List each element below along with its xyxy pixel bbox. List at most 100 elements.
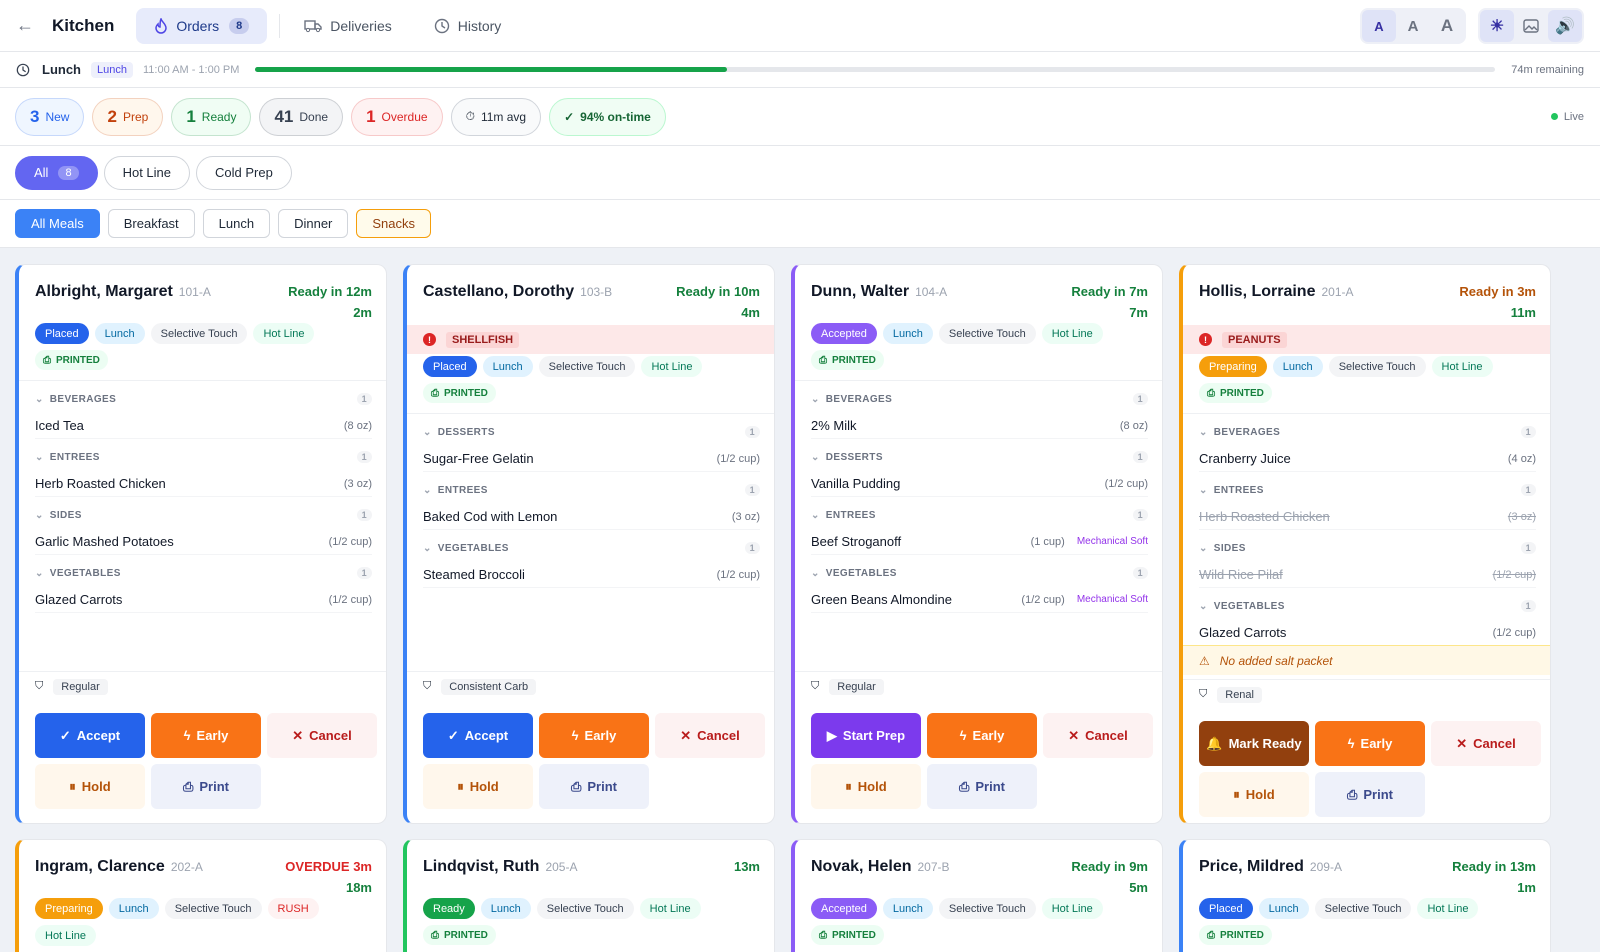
early-label: Early bbox=[584, 728, 617, 743]
order-card[interactable]: Hollis, Lorraine 201-A Ready in 3m 11m! PEA… bbox=[1179, 264, 1551, 824]
item-section-header[interactable]: ⌄ DESSERTS 1 bbox=[811, 443, 1148, 471]
stat-count: 1 bbox=[366, 106, 376, 126]
early-button[interactable]: ϟ Early bbox=[927, 713, 1037, 758]
order-tags: Ready Lunch Selective Touch Hot Line bbox=[407, 898, 774, 919]
menu-item[interactable]: Green Beans Almondine (1/2 cup) Mechanical… bbox=[811, 587, 1148, 613]
early-button[interactable]: ϟ Early bbox=[539, 713, 649, 758]
meal-all[interactable]: All Meals bbox=[15, 209, 100, 238]
stat-ready[interactable]: 1 Ready bbox=[171, 97, 252, 136]
early-button[interactable]: ϟ Early bbox=[151, 713, 261, 758]
order-tags: Accepted Lunch Selective Touch Hot Line bbox=[795, 323, 1162, 344]
primary-action-button[interactable]: 🔔 Mark Ready bbox=[1199, 721, 1309, 766]
item-section-header[interactable]: ⌄ ENTREES 1 bbox=[811, 501, 1148, 529]
app-title: Kitchen bbox=[52, 15, 115, 35]
order-card[interactable]: Lindqvist, Ruth 205-A 13m Ready Lunch Select… bbox=[403, 839, 775, 952]
menu-item[interactable]: Sugar-Free Gelatin (1/2 cup) bbox=[423, 446, 760, 472]
tab-deliveries[interactable]: Deliveries bbox=[286, 8, 409, 44]
status-badge: Ready bbox=[423, 898, 475, 919]
stat-done[interactable]: 41 Done bbox=[259, 97, 344, 136]
font-size-medium[interactable]: A bbox=[1396, 10, 1430, 42]
back-arrow-icon[interactable]: ← bbox=[16, 15, 52, 36]
station-all[interactable]: All 8 bbox=[15, 155, 98, 190]
menu-item[interactable]: Steamed Broccoli (1/2 cup) bbox=[423, 562, 760, 588]
item-section-header[interactable]: ⌄ SIDES 1 bbox=[1199, 534, 1536, 562]
hold-button[interactable]: ⏸ Hold bbox=[35, 764, 145, 809]
station-hot-line[interactable]: Hot Line bbox=[103, 155, 190, 190]
menu-item[interactable]: Glazed Carrots (1/2 cup) bbox=[35, 587, 372, 613]
meal-snacks[interactable]: Snacks bbox=[356, 209, 432, 238]
item-section-header[interactable]: ⌄ VEGETABLES 1 bbox=[423, 534, 760, 562]
on-time-rate: 94% on-time bbox=[580, 109, 651, 124]
on-time-chip: ✓ 94% on-time bbox=[549, 97, 666, 136]
font-size-small[interactable]: A bbox=[1362, 10, 1396, 42]
menu-item[interactable]: Beef Stroganoff (1 cup) Mechanical Soft bbox=[811, 529, 1148, 555]
order-card[interactable]: Novak, Helen 207-B Ready in 9m 5m Accepted L… bbox=[791, 839, 1163, 952]
chevron-down-icon: ⌄ bbox=[423, 484, 432, 496]
order-tags: Preparing Lunch Selective Touch RUSH Hot Lin… bbox=[19, 898, 386, 946]
item-section-header[interactable]: ⌄ VEGETABLES 1 bbox=[811, 559, 1148, 587]
item-section-header[interactable]: ⌄ SIDES 1 bbox=[35, 501, 372, 529]
tab-history[interactable]: History bbox=[416, 8, 520, 44]
chevron-down-icon: ⌄ bbox=[35, 451, 44, 463]
menu-item[interactable]: 2% Milk (8 oz) bbox=[811, 413, 1148, 439]
item-section-header[interactable]: ⌄ VEGETABLES 1 bbox=[35, 559, 372, 587]
menu-item[interactable]: Vanilla Pudding (1/2 cup) bbox=[811, 471, 1148, 497]
room-number: 209-A bbox=[1309, 860, 1342, 874]
cancel-button[interactable]: ✕ Cancel bbox=[1043, 713, 1153, 758]
stat-prep[interactable]: 2 Prep bbox=[92, 97, 164, 136]
order-card[interactable]: Ingram, Clarence 202-A OVERDUE 3m 18m Prepa… bbox=[15, 839, 387, 952]
cancel-button[interactable]: ✕ Cancel bbox=[1431, 721, 1541, 766]
menu-item[interactable]: Cranberry Juice (4 oz) bbox=[1199, 446, 1536, 472]
stat-new[interactable]: 3 New bbox=[15, 97, 85, 136]
cancel-button[interactable]: ✕ Cancel bbox=[655, 713, 765, 758]
print-button[interactable]: ⎙ Print bbox=[927, 764, 1037, 809]
primary-action-button[interactable]: ▶ Start Prep bbox=[811, 713, 921, 758]
diet-row: ⛉ Consistent Carb bbox=[407, 671, 774, 701]
image-icon[interactable] bbox=[1514, 10, 1548, 42]
item-section-header[interactable]: ⌄ DESSERTS 1 bbox=[423, 418, 760, 446]
printer-icon: ⎙ bbox=[182, 778, 194, 794]
hold-button[interactable]: ⏸ Hold bbox=[1199, 772, 1309, 817]
station-cold-prep[interactable]: Cold Prep bbox=[196, 155, 292, 190]
meal-breakfast[interactable]: Breakfast bbox=[107, 209, 195, 238]
stat-overdue[interactable]: 1 Overdue bbox=[351, 97, 443, 136]
item-section-header[interactable]: ⌄ BEVERAGES 1 bbox=[35, 385, 372, 413]
diet-row: ⛉ Regular bbox=[19, 671, 386, 701]
menu-item[interactable]: Garlic Mashed Potatoes (1/2 cup) bbox=[35, 529, 372, 555]
tab-orders[interactable]: Orders 8 bbox=[136, 7, 268, 44]
lightning-icon: ϟ bbox=[959, 728, 967, 743]
order-card[interactable]: Castellano, Dorothy 103-B Ready in 10m 4m!… bbox=[403, 264, 775, 824]
order-items: ⌄ BEVERAGES 1 Iced Tea (8 oz) ⌄ ENTREES 1 Herb R… bbox=[19, 380, 386, 613]
print-button[interactable]: ⎙ Print bbox=[1315, 772, 1425, 817]
print-button[interactable]: ⎙ Print bbox=[539, 764, 649, 809]
hold-button[interactable]: ⏸ Hold bbox=[811, 764, 921, 809]
meal-dinner[interactable]: Dinner bbox=[278, 209, 349, 238]
order-card[interactable]: Dunn, Walter 104-A Ready in 7m 7m Accepted L… bbox=[791, 264, 1163, 824]
font-size-large[interactable]: A bbox=[1430, 10, 1464, 42]
menu-item[interactable]: Herb Roasted Chicken (3 oz) bbox=[1199, 504, 1536, 530]
item-section-header[interactable]: ⌄ VEGETABLES 1 bbox=[1199, 592, 1536, 620]
item-section-header[interactable]: ⌄ BEVERAGES 1 bbox=[1199, 418, 1536, 446]
speaker-icon[interactable]: 🔊 bbox=[1548, 10, 1582, 42]
item-section-header[interactable]: ⌄ ENTREES 1 bbox=[423, 476, 760, 504]
stat-count: 3 bbox=[30, 106, 40, 126]
menu-item[interactable]: Glazed Carrots (1/2 cup) bbox=[1199, 620, 1536, 646]
menu-item[interactable]: Iced Tea (8 oz) bbox=[35, 413, 372, 439]
menu-item[interactable]: Herb Roasted Chicken (3 oz) bbox=[35, 471, 372, 497]
menu-item[interactable]: Wild Rice Pilaf (1/2 cup) bbox=[1199, 562, 1536, 588]
item-section-header[interactable]: ⌄ BEVERAGES 1 bbox=[811, 385, 1148, 413]
item-section-header[interactable]: ⌄ ENTREES 1 bbox=[1199, 476, 1536, 504]
print-button[interactable]: ⎙ Print bbox=[151, 764, 261, 809]
primary-action-button[interactable]: ✓ Accept bbox=[423, 713, 533, 758]
early-button[interactable]: ϟ Early bbox=[1315, 721, 1425, 766]
cancel-button[interactable]: ✕ Cancel bbox=[267, 713, 377, 758]
primary-action-button[interactable]: ✓ Accept bbox=[35, 713, 145, 758]
section-title: ENTREES bbox=[1213, 484, 1264, 496]
item-section-header[interactable]: ⌄ ENTREES 1 bbox=[35, 443, 372, 471]
meal-lunch[interactable]: Lunch bbox=[202, 209, 271, 238]
menu-item[interactable]: Baked Cod with Lemon (3 oz) bbox=[423, 504, 760, 530]
order-card[interactable]: Albright, Margaret 101-A Ready in 12m 2m Pl… bbox=[15, 264, 387, 824]
order-card[interactable]: Price, Mildred 209-A Ready in 13m 1m Placed… bbox=[1179, 839, 1551, 952]
sun-icon[interactable]: ☀ bbox=[1480, 10, 1514, 42]
hold-button[interactable]: ⏸ Hold bbox=[423, 764, 533, 809]
